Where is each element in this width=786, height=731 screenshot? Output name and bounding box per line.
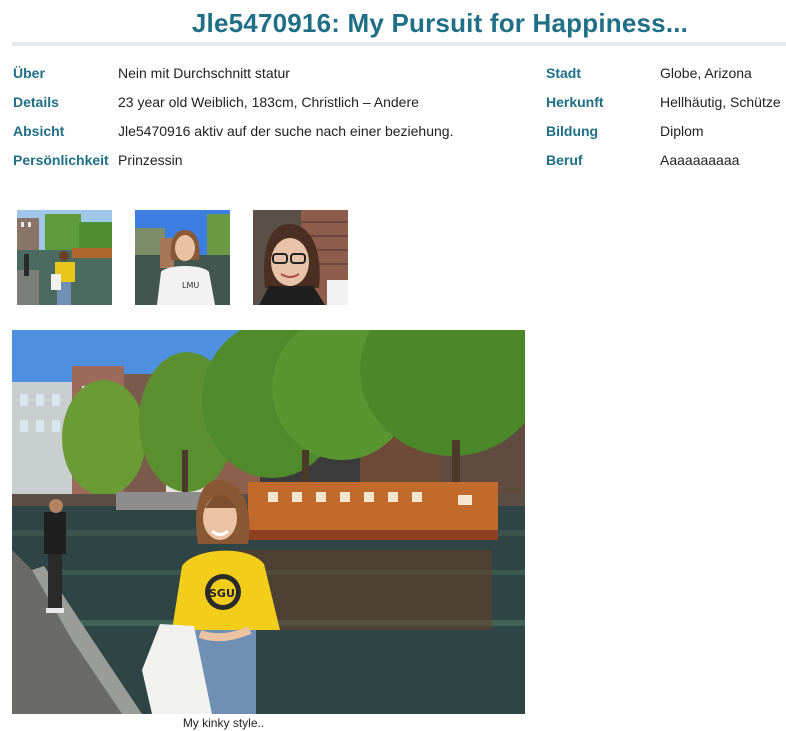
detail-label-herkunft: Herkunft bbox=[546, 94, 604, 110]
photo-caption: My kinky style.. bbox=[182, 716, 265, 730]
main-profile-photo[interactable]: SGU bbox=[12, 330, 525, 714]
detail-value-details: 23 year old Weiblich, 183cm, Christlich … bbox=[118, 94, 419, 110]
svg-text:SGU: SGU bbox=[209, 587, 235, 600]
thumbnail-glasses-photo[interactable] bbox=[253, 210, 348, 305]
detail-label-details: Details bbox=[13, 94, 59, 110]
thumbnail-canal-photo[interactable] bbox=[17, 210, 112, 305]
title-divider bbox=[12, 42, 786, 46]
detail-value-beruf: Aaaaaaaaaa bbox=[660, 152, 740, 168]
detail-value-stadt: Globe, Arizona bbox=[660, 65, 752, 81]
detail-label-beruf: Beruf bbox=[546, 152, 583, 168]
svg-text:LMU: LMU bbox=[182, 281, 199, 290]
detail-label-uber: Über bbox=[13, 65, 45, 81]
detail-value-herkunft: Hellhäutig, Schütze bbox=[660, 94, 781, 110]
detail-value-bildung: Diplom bbox=[660, 123, 704, 139]
detail-value-personlichkeit: Prinzessin bbox=[118, 152, 183, 168]
detail-label-personlichkeit: Persönlichkeit bbox=[13, 152, 109, 168]
thumbnail-sweatshirt-photo[interactable]: LMU bbox=[135, 210, 230, 305]
detail-value-uber: Nein mit Durchschnitt statur bbox=[118, 65, 290, 81]
page-title: Jle5470916: My Pursuit for Happiness... bbox=[191, 8, 689, 38]
detail-label-stadt: Stadt bbox=[546, 65, 581, 81]
detail-label-absicht: Absicht bbox=[13, 123, 65, 139]
detail-value-absicht: Jle5470916 aktiv auf der suche nach eine… bbox=[118, 123, 454, 139]
detail-label-bildung: Bildung bbox=[546, 123, 599, 139]
